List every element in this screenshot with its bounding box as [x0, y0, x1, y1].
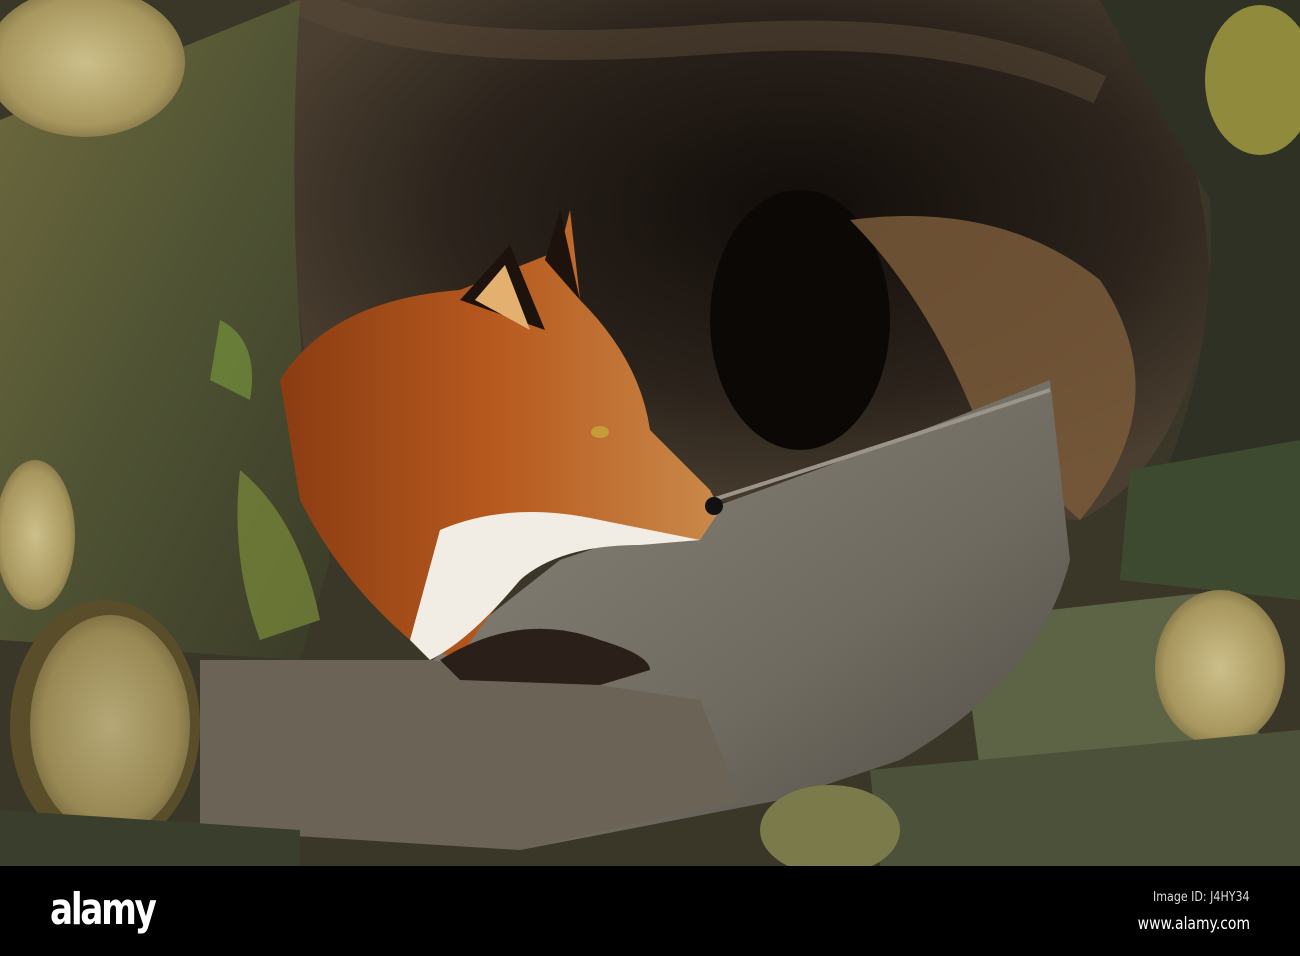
site-url[interactable]: www.alamy.com: [1138, 914, 1250, 934]
photo: [0, 0, 1300, 866]
footer-bar: alamy Image ID: J4HY34 www.alamy.com: [0, 866, 1300, 956]
image-id: Image ID: J4HY34: [1153, 890, 1250, 905]
alamy-logo[interactable]: alamy: [50, 880, 157, 940]
